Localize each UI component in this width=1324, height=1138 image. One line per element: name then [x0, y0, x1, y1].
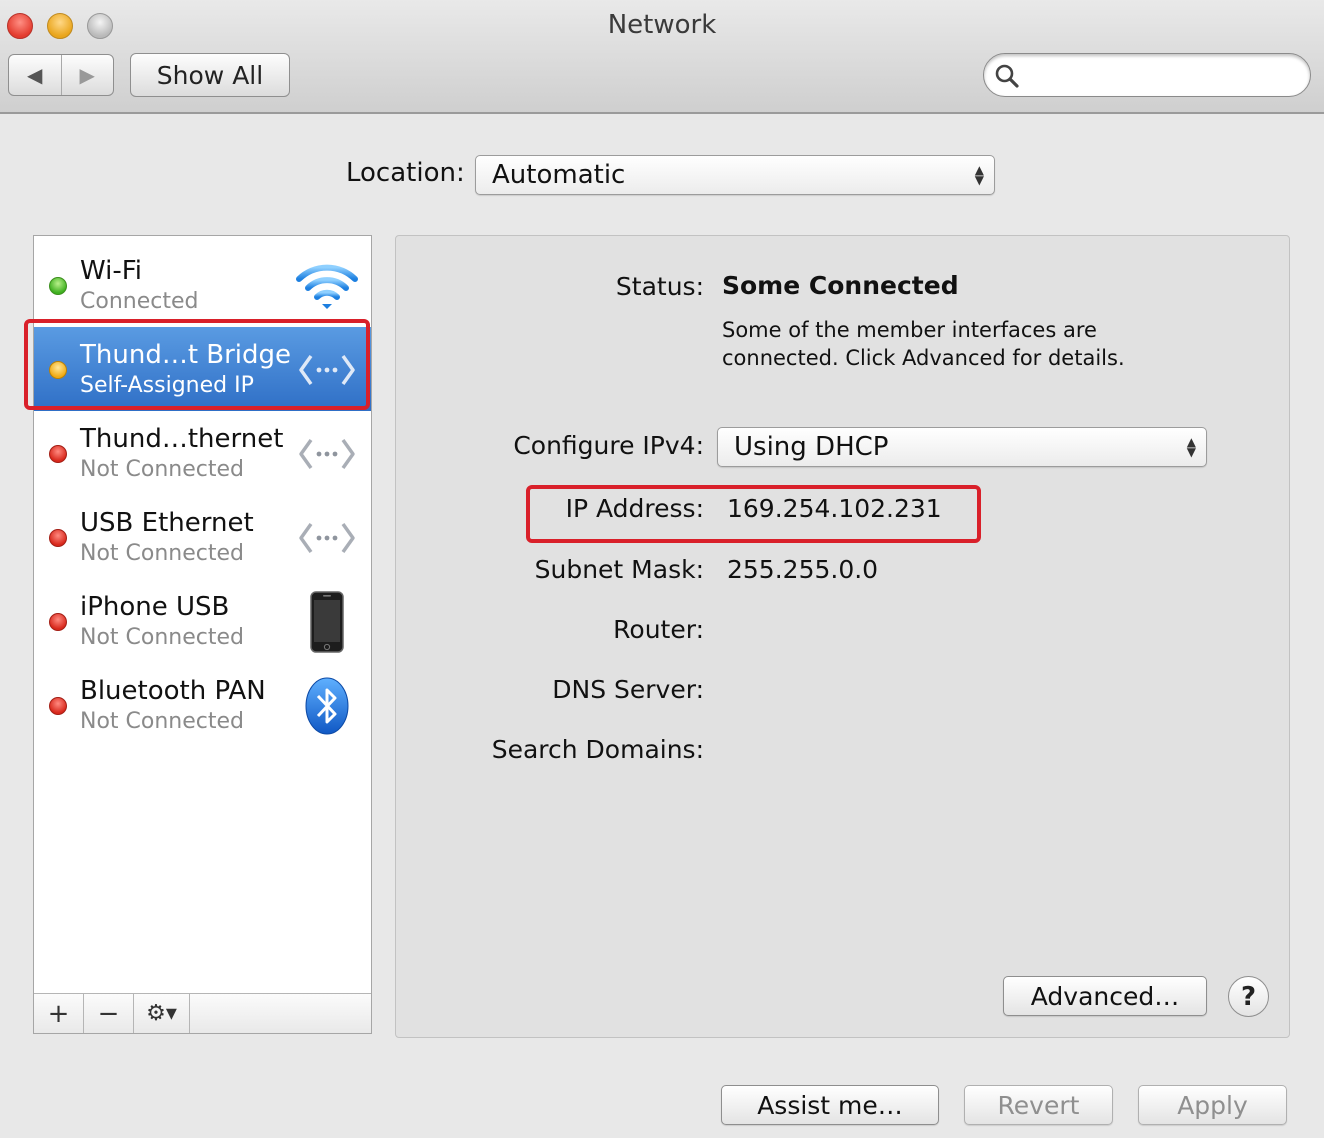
- service-status: Not Connected: [80, 625, 245, 650]
- service-item-usb-ethernet[interactable]: USB Ethernet Not Connected: [34, 495, 371, 579]
- status-description: Some of the member interfaces are connec…: [722, 316, 1125, 372]
- status-dot: [49, 361, 67, 379]
- service-list-toolbar: + − ⚙▾: [34, 993, 371, 1033]
- service-item-bluetooth-pan[interactable]: Bluetooth PAN Not Connected: [34, 663, 371, 747]
- service-name: USB Ethernet: [80, 508, 254, 538]
- status-value: Some Connected: [722, 271, 959, 300]
- status-description-line: Some of the member interfaces are: [722, 318, 1097, 342]
- apply-button[interactable]: Apply: [1138, 1085, 1287, 1125]
- ip-address-value: 169.254.102.231: [727, 494, 942, 523]
- search-icon: [995, 64, 1019, 88]
- back-button[interactable]: ◀: [9, 55, 61, 95]
- status-dot: [49, 529, 67, 547]
- service-status: Not Connected: [80, 457, 245, 482]
- status-description-line: connected. Click Advanced for details.: [722, 346, 1125, 370]
- service-name: iPhone USB: [80, 592, 230, 622]
- status-dot: [49, 613, 67, 631]
- service-list: Wi-Fi Connected Thund…t Bridge Self-Assi…: [33, 235, 372, 1034]
- revert-button[interactable]: Revert: [964, 1085, 1113, 1125]
- show-all-button[interactable]: Show All: [130, 53, 290, 97]
- remove-service-button[interactable]: −: [84, 994, 134, 1033]
- search-field[interactable]: [983, 53, 1311, 97]
- status-dot: [49, 697, 67, 715]
- service-name: Wi-Fi: [80, 256, 143, 286]
- back-arrow-icon: ◀: [27, 63, 43, 87]
- gear-menu-button[interactable]: ⚙▾: [134, 994, 190, 1033]
- service-status: Self-Assigned IP: [80, 373, 254, 398]
- assist-me-button[interactable]: Assist me…: [721, 1085, 939, 1125]
- ethernet-arrows-icon: [292, 341, 362, 399]
- search-domains-label: Search Domains:: [491, 735, 704, 764]
- configure-ipv4-value: Using DHCP: [734, 432, 889, 462]
- subnet-mask-value: 255.255.0.0: [727, 555, 879, 584]
- bluetooth-icon: [292, 677, 362, 735]
- service-name: Thund…t Bridge: [80, 340, 292, 370]
- ip-address-label: IP Address:: [565, 494, 704, 523]
- service-item-wifi[interactable]: Wi-Fi Connected: [34, 243, 371, 327]
- service-status: Connected: [80, 289, 199, 314]
- service-status: Not Connected: [80, 709, 245, 734]
- status-dot: [49, 445, 67, 463]
- advanced-button[interactable]: Advanced…: [1003, 976, 1207, 1016]
- service-name: Thund…thernet: [80, 424, 284, 454]
- service-status: Not Connected: [80, 541, 245, 566]
- search-input[interactable]: [1030, 60, 1290, 90]
- popup-arrows-icon: ▲ ▼: [974, 163, 984, 187]
- router-label: Router:: [613, 615, 704, 644]
- subnet-mask-label: Subnet Mask:: [534, 555, 704, 584]
- toolbar: Network ◀ ▶ Show All: [0, 0, 1324, 114]
- iphone-icon: [292, 591, 362, 653]
- add-service-button[interactable]: +: [34, 994, 84, 1033]
- location-value: Automatic: [492, 160, 626, 190]
- ethernet-arrows-icon: [292, 425, 362, 483]
- service-item-thunderbolt-bridge[interactable]: Thund…t Bridge Self-Assigned IP: [34, 327, 371, 411]
- forward-button[interactable]: ▶: [60, 55, 114, 95]
- configure-ipv4-popup[interactable]: Using DHCP ▲ ▼: [717, 427, 1207, 467]
- service-item-thunderbolt-ethernet[interactable]: Thund…thernet Not Connected: [34, 411, 371, 495]
- location-popup[interactable]: Automatic ▲ ▼: [475, 155, 995, 195]
- location-label: Location:: [346, 158, 465, 188]
- configure-ipv4-label: Configure IPv4:: [513, 431, 704, 460]
- popup-arrows-icon: ▲ ▼: [1186, 435, 1196, 459]
- help-button[interactable]: ?: [1228, 976, 1269, 1017]
- service-item-iphone-usb[interactable]: iPhone USB Not Connected: [34, 579, 371, 663]
- service-name: Bluetooth PAN: [80, 676, 266, 706]
- status-dot: [49, 277, 67, 295]
- ethernet-arrows-icon: [292, 509, 362, 567]
- wifi-icon: [292, 257, 362, 315]
- back-forward-control: ◀ ▶: [8, 54, 114, 96]
- forward-arrow-icon: ▶: [79, 63, 95, 87]
- window-title: Network: [607, 10, 717, 40]
- dns-server-label: DNS Server:: [552, 675, 704, 704]
- status-label: Status:: [615, 272, 704, 301]
